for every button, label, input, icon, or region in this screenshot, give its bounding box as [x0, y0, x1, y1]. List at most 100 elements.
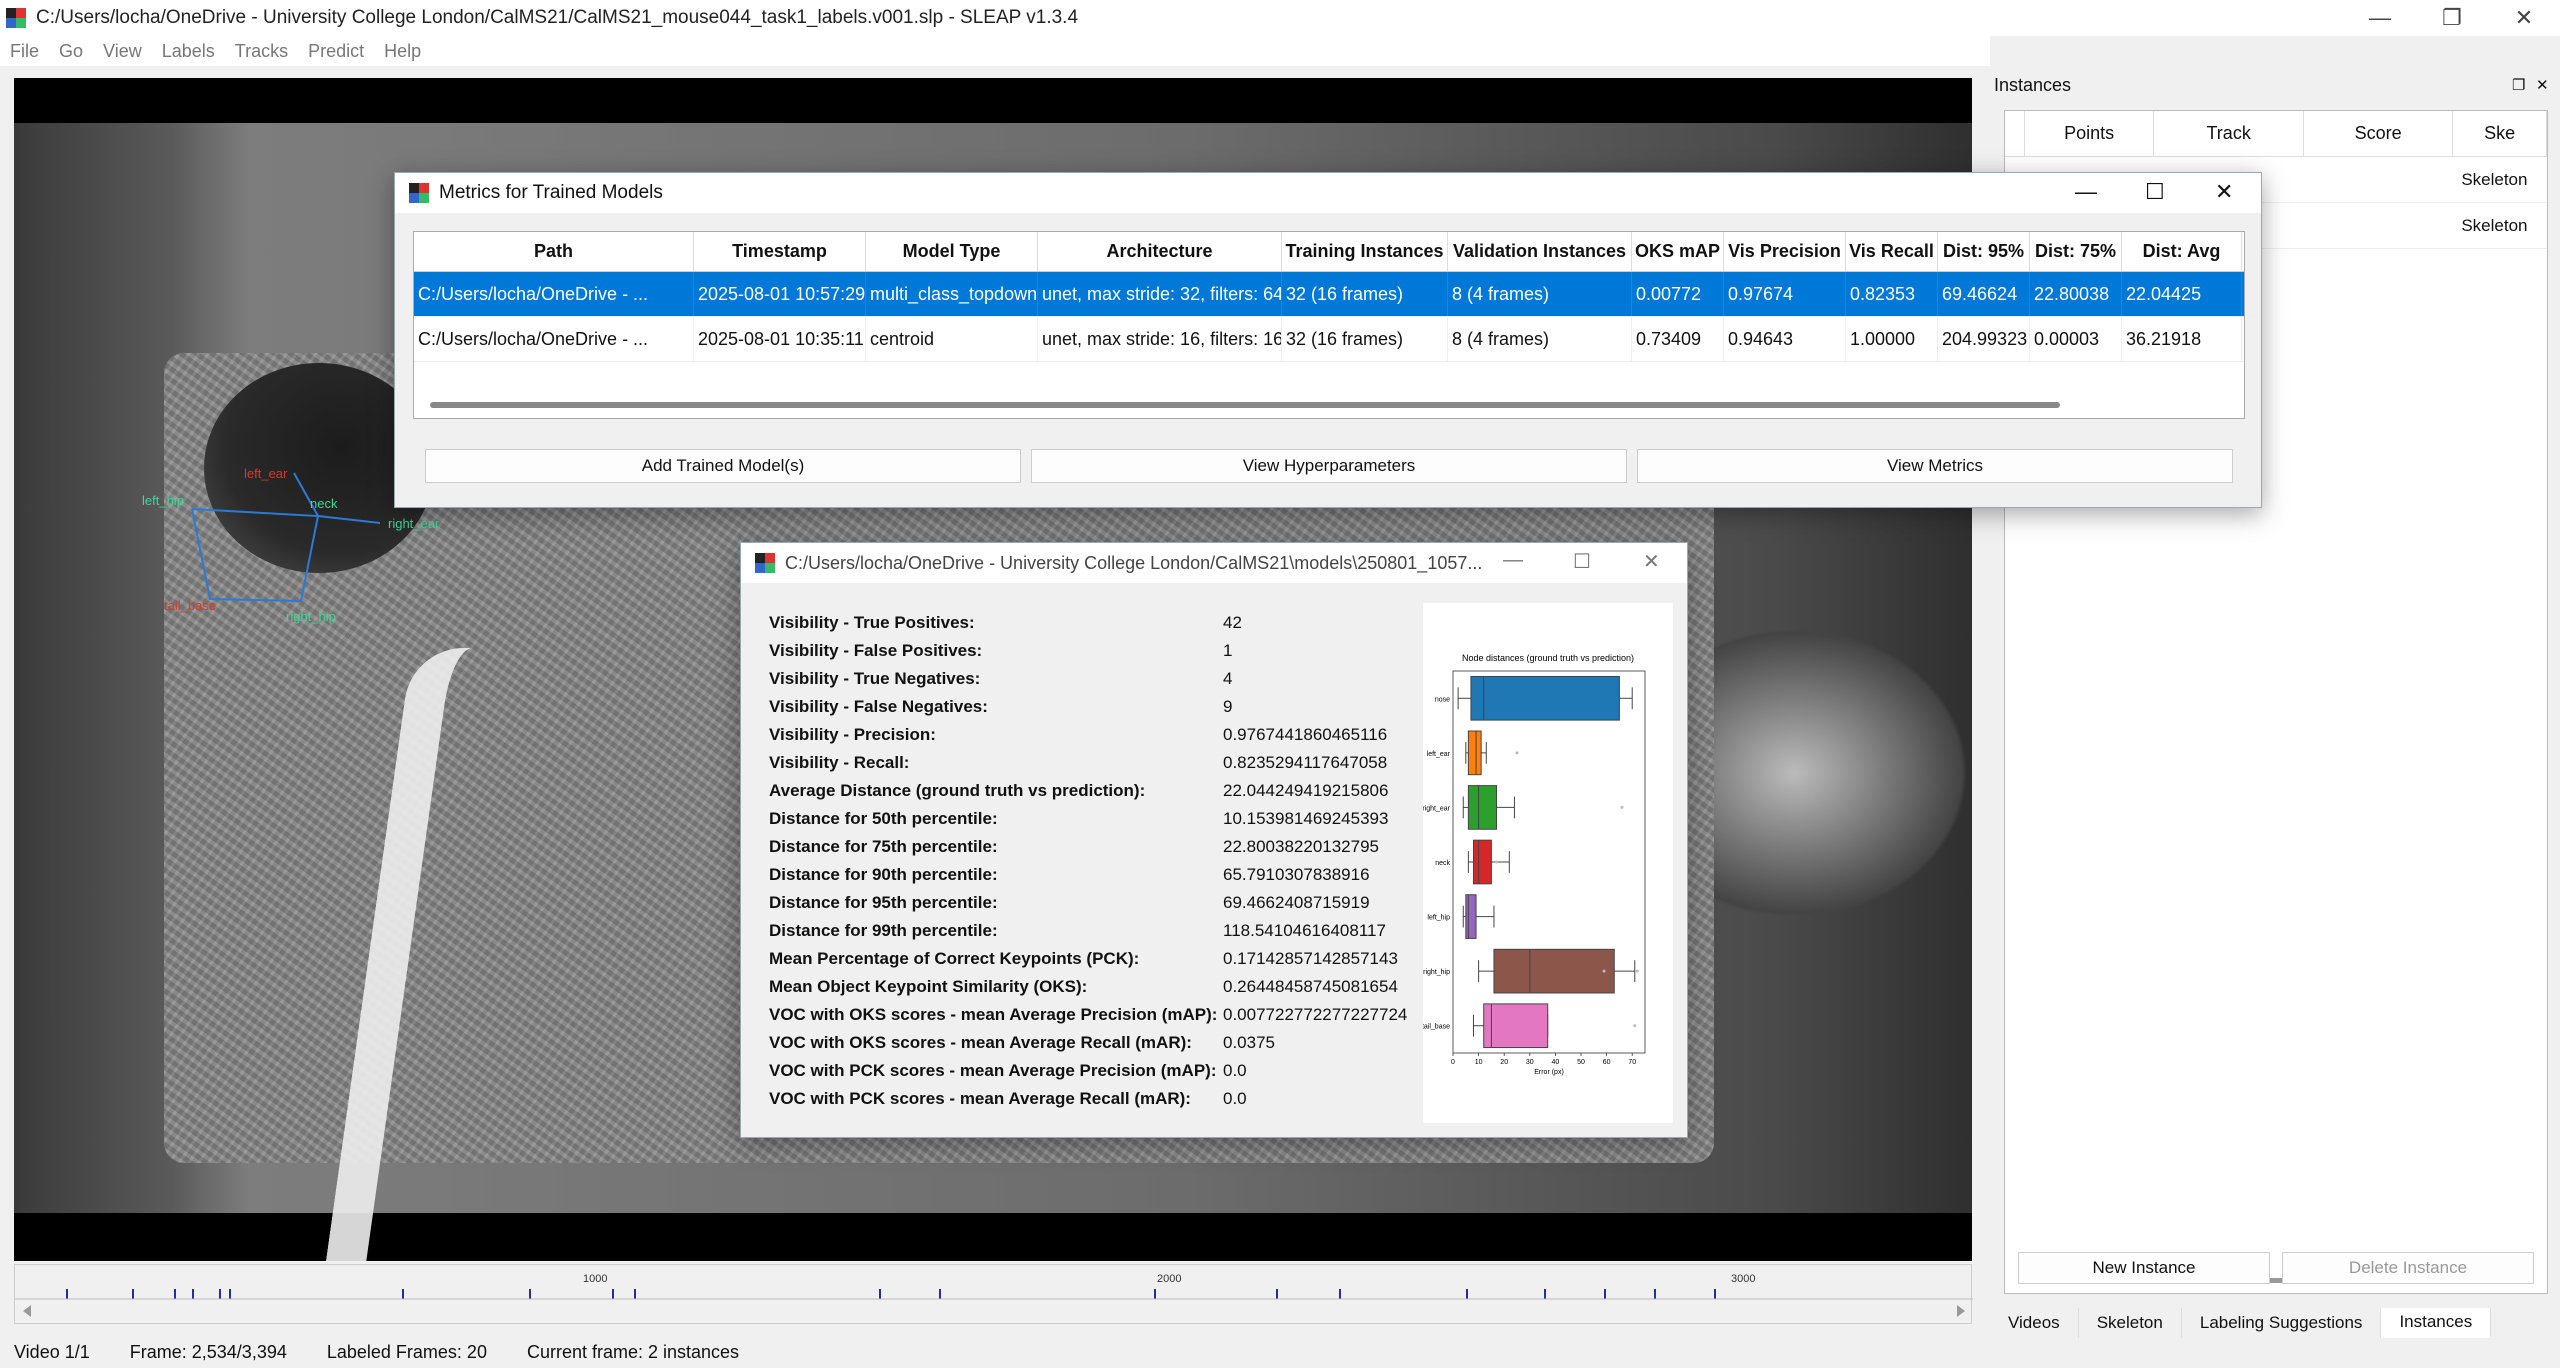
metric-value: 0.0375: [1223, 1033, 1275, 1052]
column-oks-map[interactable]: OKS mAP: [1632, 232, 1724, 271]
model-row[interactable]: C:/Users/locha/OneDrive - ... 2025-08-01…: [414, 317, 2244, 362]
detail-dialog-titlebar: C:/Users/locha/OneDrive - University Col…: [741, 543, 1687, 583]
trained-models-table[interactable]: Path Timestamp Model Type Architecture T…: [413, 231, 2245, 419]
tab-skeleton[interactable]: Skeleton: [2079, 1308, 2182, 1338]
keypoint-left-hip[interactable]: left_hip: [142, 493, 184, 508]
tab-labeling-suggestions[interactable]: Labeling Suggestions: [2182, 1308, 2382, 1338]
minimize-icon[interactable]: —: [2075, 179, 2097, 205]
chart-title: Node distances (ground truth vs predicti…: [1462, 653, 1634, 663]
close-icon[interactable]: ✕: [2215, 179, 2233, 205]
box-flier: [1635, 969, 1639, 973]
column-path[interactable]: Path: [414, 232, 694, 271]
keypoint-left-ear[interactable]: left_ear: [244, 466, 287, 481]
maximize-button[interactable]: ❐: [2416, 0, 2488, 36]
column-score[interactable]: Score: [2304, 111, 2454, 156]
cell-timestamp: 2025-08-01 10:35:11: [694, 317, 866, 361]
view-metrics-button[interactable]: View Metrics: [1637, 449, 2233, 483]
column-training-instances[interactable]: Training Instances: [1282, 232, 1448, 271]
cell-vis-precision: 0.94643: [1724, 317, 1846, 361]
metric-row: Mean Object Keypoint Similarity (OKS): 0.…: [769, 977, 1409, 1005]
maximize-icon[interactable]: ☐: [1573, 549, 1591, 574]
category-label: nose: [1435, 696, 1450, 703]
column-timestamp[interactable]: Timestamp: [694, 232, 866, 271]
keypoint-tail-base[interactable]: tail_base: [164, 598, 216, 613]
metric-value: 4: [1223, 669, 1233, 688]
frame-timeline[interactable]: 1000 2000 3000: [14, 1264, 1973, 1324]
metric-label: Distance for 99th percentile:: [769, 921, 998, 940]
metric-value: 0.9767441860465116: [1223, 725, 1388, 744]
metrics-dialog-titlebar: Metrics for Trained Models — ☐ ✕: [395, 173, 2261, 213]
models-table-hscrollbar[interactable]: [430, 402, 2060, 408]
maximize-icon[interactable]: ☐: [2145, 179, 2165, 205]
minimize-button[interactable]: —: [2344, 0, 2416, 36]
category-label: right_hip: [1423, 969, 1450, 976]
column-dist-avg[interactable]: Dist: Avg: [2122, 232, 2242, 271]
menu-labels[interactable]: Labels: [162, 41, 215, 62]
menu-file[interactable]: File: [10, 41, 39, 62]
x-tick-label: 70: [1628, 1059, 1636, 1066]
metrics-dialog: Metrics for Trained Models — ☐ ✕ Path Ti…: [394, 172, 2262, 508]
x-tick-label: 30: [1526, 1059, 1534, 1066]
delete-instance-button[interactable]: Delete Instance: [2282, 1252, 2534, 1284]
model-row-selected[interactable]: C:/Users/locha/OneDrive - ... 2025-08-01…: [414, 272, 2244, 317]
minimize-icon[interactable]: —: [1503, 549, 1523, 572]
menu-view[interactable]: View: [103, 41, 142, 62]
column-vis-recall[interactable]: Vis Recall: [1846, 232, 1938, 271]
timeline-tick-label: 1000: [583, 1273, 608, 1285]
metric-row: Distance for 95th percentile: 69.46624087…: [769, 893, 1409, 921]
box-right_hip: [1493, 948, 1615, 994]
metric-value: 22.80038220132795: [1223, 837, 1379, 856]
dock-tabs: Videos Skeleton Labeling Suggestions Ins…: [1990, 1308, 2492, 1338]
metric-row: Visibility - False Positives: 1: [769, 641, 1409, 669]
metric-label: Visibility - Recall:: [769, 753, 910, 772]
add-trained-models-button[interactable]: Add Trained Model(s): [425, 449, 1021, 483]
menu-help[interactable]: Help: [384, 41, 421, 62]
instance-skeleton: Skeleton: [2461, 169, 2528, 189]
tab-instances[interactable]: Instances: [2381, 1308, 2492, 1338]
cell-architecture: unet, max stride: 32, filters: 64: [1038, 272, 1282, 316]
cell-dist-95: 69.46624: [1938, 272, 2030, 316]
metric-label: Visibility - Precision:: [769, 725, 936, 744]
metric-value: 0.007722772277227724: [1223, 1005, 1408, 1024]
menu-predict[interactable]: Predict: [308, 41, 364, 62]
column-architecture[interactable]: Architecture: [1038, 232, 1282, 271]
view-hyperparameters-button[interactable]: View Hyperparameters: [1031, 449, 1627, 483]
metric-label: Distance for 90th percentile:: [769, 865, 998, 884]
x-tick-label: 60: [1603, 1059, 1611, 1066]
close-button[interactable]: ✕: [2488, 0, 2560, 36]
column-model-type[interactable]: Model Type: [866, 232, 1038, 271]
column-validation-instances[interactable]: Validation Instances: [1448, 232, 1632, 271]
cell-vis-recall: 0.82353: [1846, 272, 1938, 316]
column-points[interactable]: Points: [2025, 111, 2155, 156]
cell-timestamp: 2025-08-01 10:57:29: [694, 272, 866, 316]
close-dock-icon[interactable]: ✕: [2536, 76, 2549, 94]
column-vis-precision[interactable]: Vis Precision: [1724, 232, 1846, 271]
column-dist-75[interactable]: Dist: 75%: [2030, 232, 2122, 271]
column-dist-95[interactable]: Dist: 95%: [1938, 232, 2030, 271]
menu-go[interactable]: Go: [59, 41, 83, 62]
instance-score: [2304, 157, 2453, 202]
box-flier: [1633, 1024, 1637, 1028]
column-skeleton[interactable]: Ske: [2453, 111, 2547, 156]
keypoint-right-ear[interactable]: right_ear: [388, 516, 439, 531]
cell-model-type: centroid: [866, 317, 1038, 361]
tab-videos[interactable]: Videos: [1990, 1308, 2079, 1338]
keypoint-right-hip[interactable]: right_hip: [286, 609, 336, 624]
cell-validation-instances: 8 (4 frames): [1448, 272, 1632, 316]
column-track[interactable]: Track: [2154, 111, 2304, 156]
new-instance-button[interactable]: New Instance: [2018, 1252, 2270, 1284]
metric-value: 0.8235294117647058: [1223, 753, 1388, 772]
metric-value: 42: [1223, 613, 1242, 632]
menu-tracks[interactable]: Tracks: [235, 41, 288, 62]
category-label: neck: [1435, 860, 1450, 867]
undock-icon[interactable]: ❐: [2512, 76, 2525, 94]
cell-architecture: unet, max stride: 16, filters: 16: [1038, 317, 1282, 361]
timeline-track: [15, 1289, 1973, 1317]
metric-value: 10.153981469245393: [1223, 809, 1389, 828]
detail-dialog-title: C:/Users/locha/OneDrive - University Col…: [785, 552, 1483, 573]
node-distances-svg: Node distances (ground truth vs predicti…: [1422, 653, 1646, 1076]
keypoint-neck[interactable]: neck: [310, 496, 337, 511]
close-icon[interactable]: ✕: [1643, 549, 1660, 574]
cell-validation-instances: 8 (4 frames): [1448, 317, 1632, 361]
cell-dist-avg: 22.04425: [2122, 272, 2242, 316]
